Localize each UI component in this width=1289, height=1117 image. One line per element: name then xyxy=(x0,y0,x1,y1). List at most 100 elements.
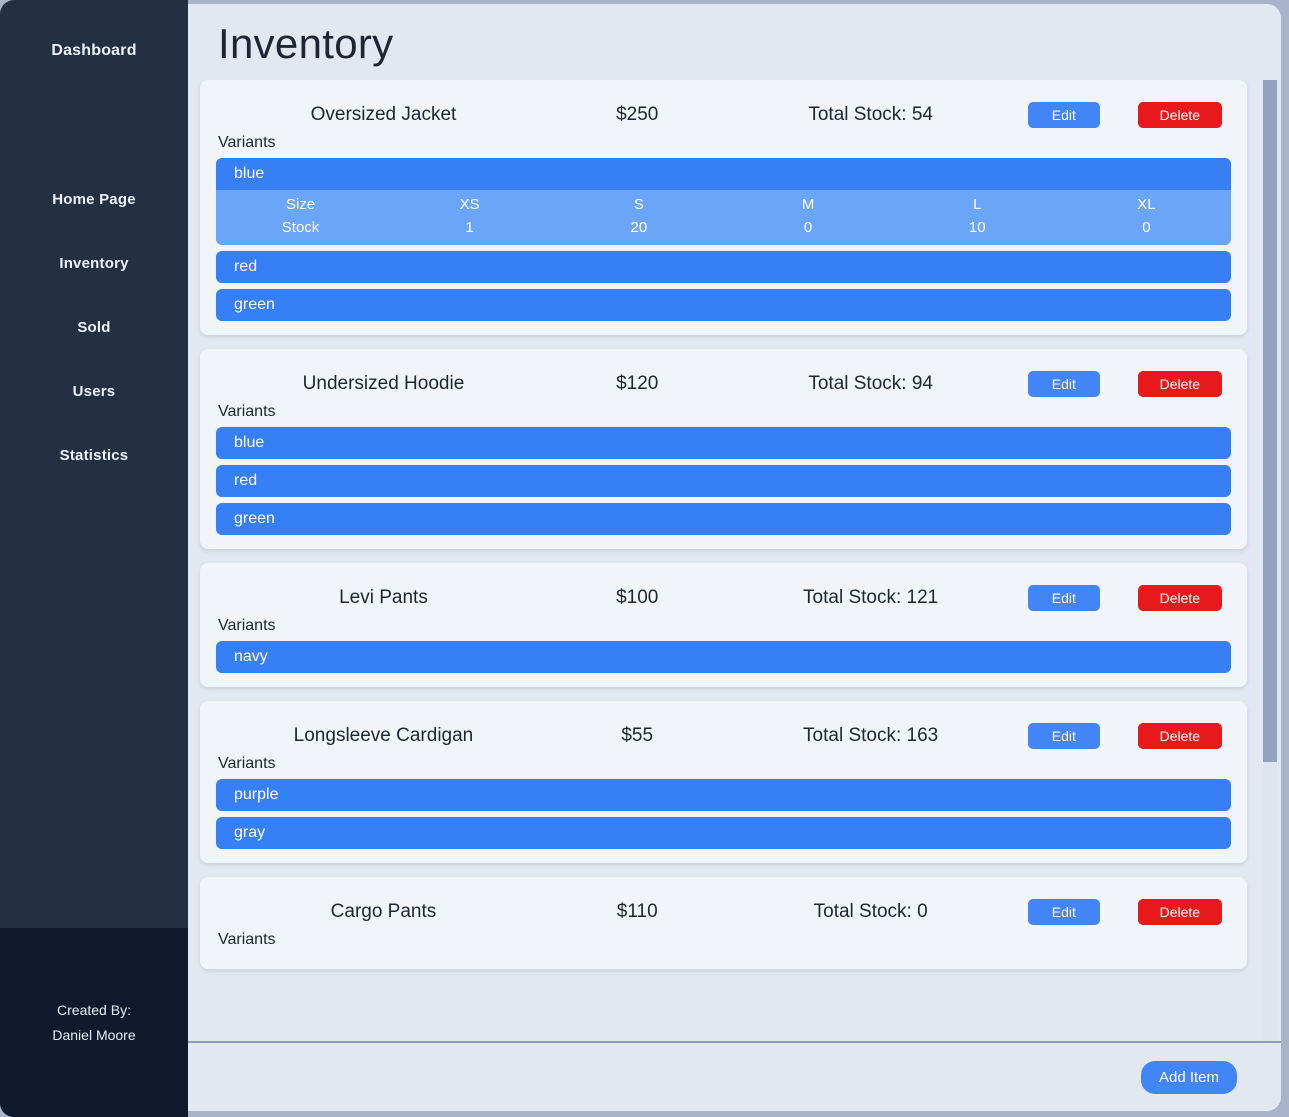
product-price: $120 xyxy=(616,373,659,394)
delete-button[interactable]: Delete xyxy=(1137,102,1222,128)
size-cell: S xyxy=(633,196,644,213)
sidebar-footer: Created By: Daniel Moore xyxy=(0,928,188,1117)
product-card: Longsleeve Cardigan $55 Total Stock: 163 Ed… xyxy=(200,701,1247,863)
variants-label: Variants xyxy=(218,403,276,420)
app-window: Dashboard Home Page Inventory Sold Users Sta… xyxy=(0,0,1289,1117)
delete-button[interactable]: Delete xyxy=(1137,899,1222,925)
sidebar-item-statistics[interactable]: Statistics xyxy=(0,424,188,488)
variant-bar[interactable]: green xyxy=(216,503,1231,535)
sidebar-nav: Home Page Inventory Sold Users Statistics xyxy=(0,168,188,488)
product-price: $110 xyxy=(616,901,658,922)
variant-group: green xyxy=(216,289,1231,321)
product-actions: Edit Delete xyxy=(1018,723,1231,749)
product-actions: Edit Delete xyxy=(1018,102,1231,128)
stock-cell: 20 xyxy=(630,219,648,236)
size-row: Size XS S M L XL xyxy=(216,193,1231,216)
stock-cell: 1 xyxy=(465,219,474,236)
variant-group: blue xyxy=(216,427,1231,459)
product-header-row: Oversized Jacket $250 Total Stock: 54 Edit D… xyxy=(216,90,1231,130)
product-name: Oversized Jacket xyxy=(310,104,457,125)
product-header-row: Longsleeve Cardigan $55 Total Stock: 163 Ed… xyxy=(216,711,1231,751)
sidebar-brand: Dashboard xyxy=(51,42,137,59)
variants-label: Variants xyxy=(218,931,276,948)
product-actions: Edit Delete xyxy=(1018,899,1231,925)
product-name: Levi Pants xyxy=(339,587,428,608)
variant-bar[interactable]: gray xyxy=(216,817,1231,849)
add-item-button[interactable]: Add Item xyxy=(1140,1060,1237,1094)
variant-group: green xyxy=(216,503,1231,535)
variant-bar[interactable]: red xyxy=(216,251,1231,283)
product-total-stock: Total Stock: 54 xyxy=(808,104,933,125)
sidebar-item-inventory[interactable]: Inventory xyxy=(0,232,188,296)
product-header-row: Undersized Hoodie $120 Total Stock: 94 Edit… xyxy=(216,359,1231,399)
variant-group: blue Size XS S M L XL Stock 1 20 0 10 0 xyxy=(216,158,1231,245)
size-cell: L xyxy=(973,196,982,213)
sidebar: Dashboard Home Page Inventory Sold Users Sta… xyxy=(0,0,188,1117)
edit-button[interactable]: Edit xyxy=(1027,371,1100,397)
variants-label: Variants xyxy=(218,617,276,634)
credit-line-1: Created By: xyxy=(57,1001,131,1018)
variant-bar[interactable]: green xyxy=(216,289,1231,321)
edit-button[interactable]: Edit xyxy=(1027,102,1100,128)
variant-list: blue red green xyxy=(216,427,1231,535)
product-card: Levi Pants $100 Total Stock: 121 Edit Delete… xyxy=(200,563,1247,687)
delete-button[interactable]: Delete xyxy=(1137,371,1222,397)
delete-button[interactable]: Delete xyxy=(1137,585,1222,611)
product-card: Undersized Hoodie $120 Total Stock: 94 Edit… xyxy=(200,349,1247,549)
variant-group: purple xyxy=(216,779,1231,811)
product-actions: Edit Delete xyxy=(1018,371,1231,397)
product-total-stock: Total Stock: 163 xyxy=(803,725,939,746)
size-cell: XL xyxy=(1137,196,1156,213)
variant-bar[interactable]: purple xyxy=(216,779,1231,811)
product-card: Cargo Pants $110 Total Stock: 0 Edit Delete V… xyxy=(200,877,1247,969)
stock-cell: 10 xyxy=(968,219,986,236)
sidebar-item-sold[interactable]: Sold xyxy=(0,296,188,360)
variant-bar[interactable]: red xyxy=(216,465,1231,497)
variant-group: red xyxy=(216,251,1231,283)
variant-bar[interactable]: blue xyxy=(216,427,1231,459)
variant-list: blue Size XS S M L XL Stock 1 20 0 10 0 red green xyxy=(216,158,1231,321)
product-card: Oversized Jacket $250 Total Stock: 54 Edit D… xyxy=(200,80,1247,335)
product-actions: Edit Delete xyxy=(1018,585,1231,611)
delete-button[interactable]: Delete xyxy=(1137,723,1222,749)
stock-row: Stock 1 20 0 10 0 xyxy=(216,216,1231,239)
sidebar-item-users[interactable]: Users xyxy=(0,360,188,424)
variants-label: Variants xyxy=(218,755,276,772)
variant-group: navy xyxy=(216,641,1231,673)
stock-row-label: Stock xyxy=(281,219,320,236)
product-price: $55 xyxy=(621,725,654,746)
product-list: Oversized Jacket $250 Total Stock: 54 Edit D… xyxy=(188,80,1259,969)
page-title: Inventory xyxy=(218,20,394,67)
scrollbar-thumb[interactable] xyxy=(1263,80,1277,762)
product-total-stock: Total Stock: 121 xyxy=(803,587,939,608)
credit-line-2: Daniel Moore xyxy=(52,1026,136,1043)
variant-list: navy xyxy=(216,641,1231,673)
scrollbar-track[interactable] xyxy=(1263,80,1277,1041)
variant-group: red xyxy=(216,465,1231,497)
product-name: Longsleeve Cardigan xyxy=(293,725,474,746)
product-price: $250 xyxy=(616,104,659,125)
variant-list: purple gray xyxy=(216,779,1231,849)
stock-cell: 0 xyxy=(1142,219,1151,236)
product-name: Undersized Hoodie xyxy=(302,373,465,394)
main-content: Inventory Oversized Jacket $250 Total Stoc… xyxy=(188,4,1281,1111)
product-total-stock: Total Stock: 0 xyxy=(813,901,928,922)
product-header-row: Cargo Pants $110 Total Stock: 0 Edit Delete xyxy=(216,887,1231,927)
inventory-scroll-area[interactable]: Oversized Jacket $250 Total Stock: 54 Edit D… xyxy=(188,80,1281,1041)
size-cell: XS xyxy=(459,196,480,213)
variant-bar[interactable]: navy xyxy=(216,641,1231,673)
edit-button[interactable]: Edit xyxy=(1027,585,1100,611)
edit-button[interactable]: Edit xyxy=(1027,723,1100,749)
product-total-stock: Total Stock: 94 xyxy=(808,373,933,394)
variant-group: gray xyxy=(216,817,1231,849)
sidebar-item-home-page[interactable]: Home Page xyxy=(0,168,188,232)
size-cell: M xyxy=(801,196,815,213)
product-header-row: Levi Pants $100 Total Stock: 121 Edit Delete xyxy=(216,573,1231,613)
variant-bar[interactable]: blue xyxy=(216,158,1231,190)
edit-button[interactable]: Edit xyxy=(1027,899,1100,925)
product-name: Cargo Pants xyxy=(330,901,437,922)
variants-label: Variants xyxy=(218,134,276,151)
footer-bar: Add Item xyxy=(188,1043,1281,1111)
stock-cell: 0 xyxy=(803,219,813,236)
